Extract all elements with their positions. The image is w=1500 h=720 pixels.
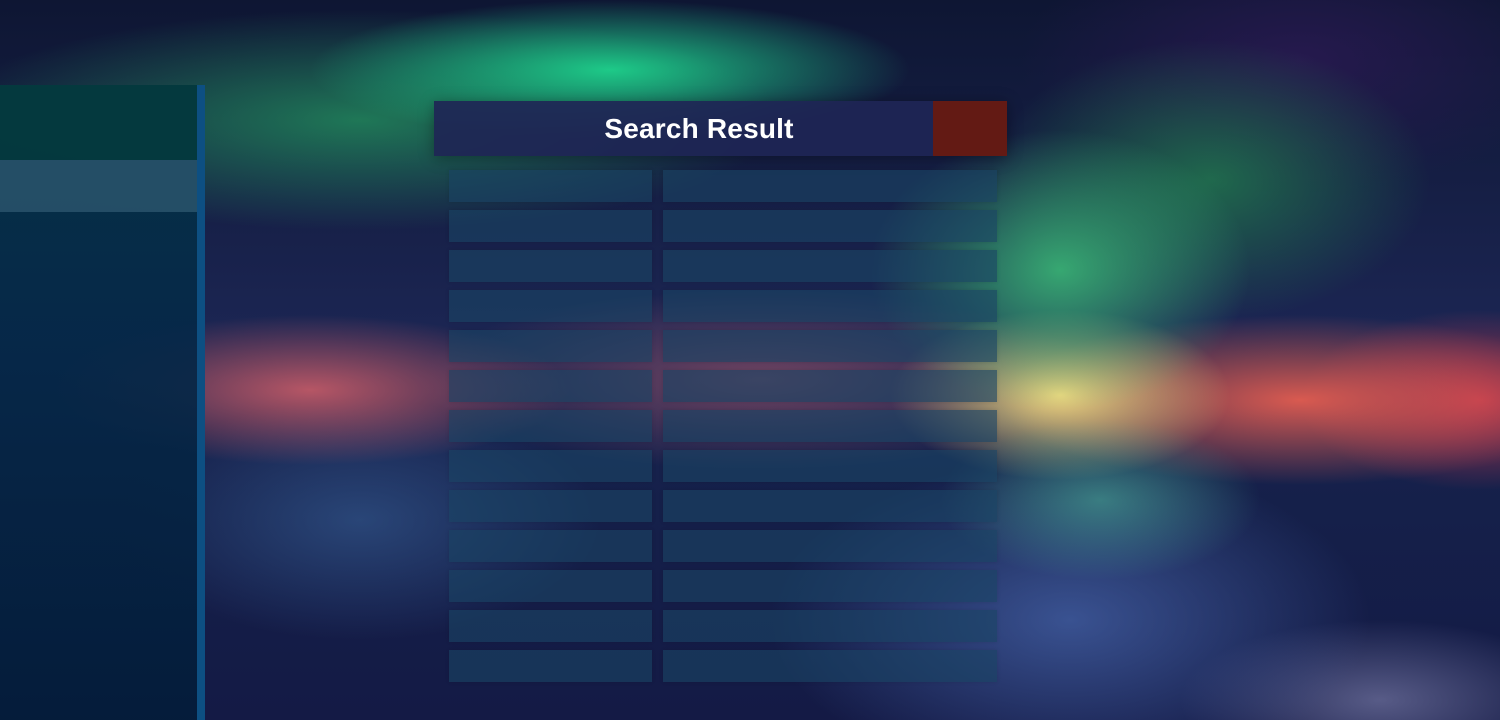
result-cell-name[interactable] — [449, 210, 652, 242]
result-cell-name[interactable] — [449, 170, 652, 202]
result-cell-value[interactable] — [663, 450, 997, 482]
result-cell-value[interactable] — [663, 610, 997, 642]
sidebar-scrollbar[interactable] — [197, 85, 205, 720]
result-cell-name[interactable] — [449, 530, 652, 562]
result-cell-name[interactable] — [449, 490, 652, 522]
table-row[interactable] — [449, 250, 997, 282]
table-row[interactable] — [449, 290, 997, 322]
result-cell-value[interactable] — [663, 370, 997, 402]
table-row[interactable] — [449, 490, 997, 522]
table-row[interactable] — [449, 370, 997, 402]
result-cell-name[interactable] — [449, 330, 652, 362]
table-row[interactable] — [449, 170, 997, 202]
result-cell-name[interactable] — [449, 370, 652, 402]
sidebar — [0, 85, 197, 720]
result-cell-name[interactable] — [449, 410, 652, 442]
table-row[interactable] — [449, 610, 997, 642]
table-row[interactable] — [449, 410, 997, 442]
result-cell-name[interactable] — [449, 290, 652, 322]
table-row[interactable] — [449, 570, 997, 602]
table-row[interactable] — [449, 650, 997, 682]
table-row[interactable] — [449, 450, 997, 482]
table-row[interactable] — [449, 530, 997, 562]
dialog-title: Search Result — [604, 113, 794, 144]
result-cell-value[interactable] — [663, 210, 997, 242]
result-cell-name[interactable] — [449, 610, 652, 642]
search-results-table — [449, 170, 997, 690]
sidebar-header — [0, 85, 197, 160]
result-cell-value[interactable] — [663, 650, 997, 682]
result-cell-value[interactable] — [663, 250, 997, 282]
close-button[interactable] — [933, 101, 1007, 156]
search-result-header: Search Result — [434, 101, 1007, 156]
result-cell-value[interactable] — [663, 290, 997, 322]
result-cell-value[interactable] — [663, 330, 997, 362]
result-cell-name[interactable] — [449, 650, 652, 682]
table-row[interactable] — [449, 210, 997, 242]
result-cell-value[interactable] — [663, 410, 997, 442]
result-cell-name[interactable] — [449, 450, 652, 482]
sidebar-item-selected[interactable] — [0, 160, 197, 212]
result-cell-name[interactable] — [449, 570, 652, 602]
result-cell-value[interactable] — [663, 490, 997, 522]
table-row[interactable] — [449, 330, 997, 362]
result-cell-value[interactable] — [663, 570, 997, 602]
result-cell-value[interactable] — [663, 170, 997, 202]
result-cell-name[interactable] — [449, 250, 652, 282]
app-window: Search Result — [0, 0, 1500, 720]
result-cell-value[interactable] — [663, 530, 997, 562]
